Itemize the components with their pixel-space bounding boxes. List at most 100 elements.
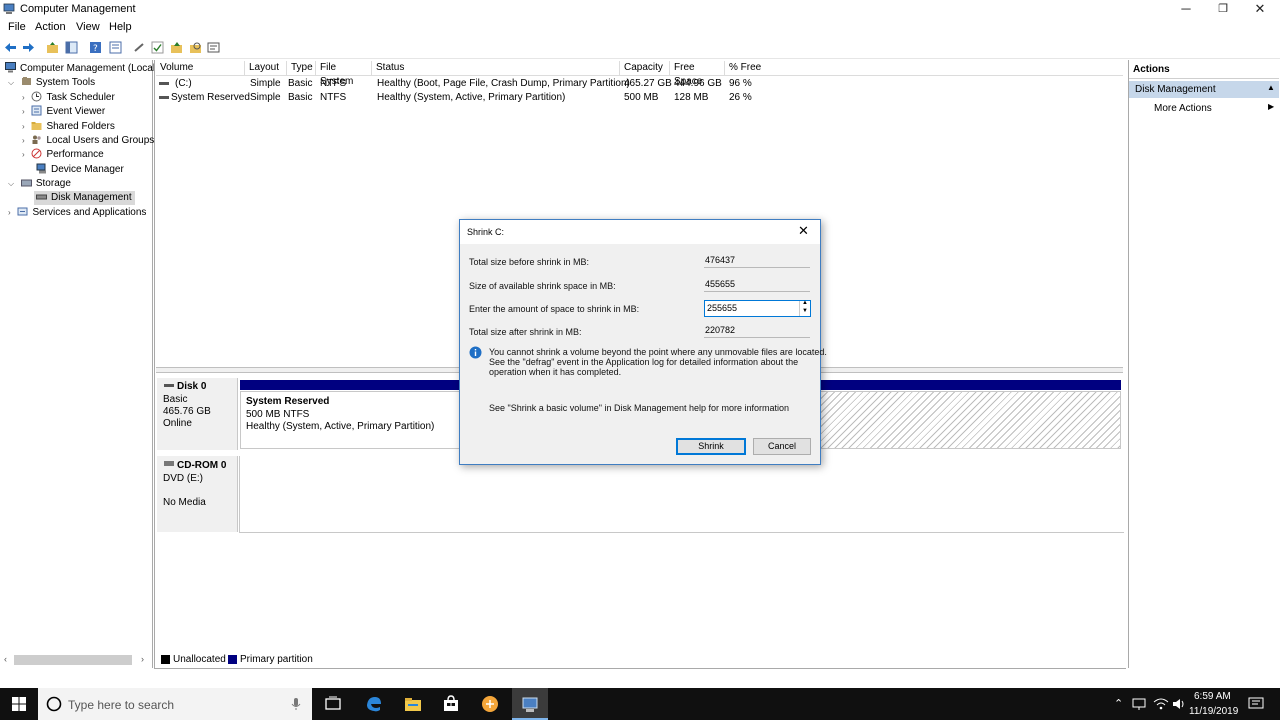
event-viewer-icon	[31, 105, 42, 116]
disk-0-size: 465.76 GB	[163, 406, 211, 417]
column-header-percent-free[interactable]: % Free	[725, 61, 1123, 75]
column-header-volume[interactable]: Volume	[156, 61, 245, 75]
menu-action[interactable]: Action	[35, 21, 66, 33]
folder-search-icon[interactable]	[189, 41, 202, 54]
info-text-line-3: operation when it has completed.	[489, 367, 622, 377]
task-view-icon[interactable]	[324, 695, 342, 713]
chevron-right-icon[interactable]: ›	[22, 107, 25, 116]
file-explorer-icon[interactable]	[404, 695, 422, 713]
tree-label: Task Scheduler	[46, 92, 115, 103]
back-arrow-icon[interactable]	[4, 41, 17, 54]
cancel-button[interactable]: Cancel	[753, 438, 811, 455]
chevron-down-icon[interactable]: ⌵	[8, 179, 14, 188]
table-row[interactable]: System Reserved Simple Basic NTFS Health…	[156, 91, 1123, 105]
tree-item-services-applications[interactable]: › Services and Applications	[8, 206, 146, 220]
services-icon	[17, 207, 28, 216]
scroll-left-arrow-icon[interactable]: ‹	[4, 654, 7, 664]
table-row[interactable]: (C:) Simple Basic NTFS Healthy (Boot, Pa…	[156, 77, 1123, 91]
column-header-capacity[interactable]: Capacity	[620, 61, 670, 75]
tree-item-device-manager[interactable]: Device Manager	[36, 163, 124, 177]
up-folder-icon[interactable]	[46, 41, 59, 54]
dialog-close-icon[interactable]: ✕	[798, 223, 809, 239]
column-header-free-space[interactable]: Free Space	[670, 61, 725, 87]
minimize-button[interactable]: ─	[1168, 0, 1204, 20]
svg-text:?: ?	[93, 44, 98, 54]
show-hidden-icons-chevron-icon[interactable]: ⌃	[1114, 697, 1123, 710]
wifi-icon[interactable]	[1153, 697, 1169, 711]
folder-up-icon[interactable]	[170, 41, 183, 54]
collapse-arrow-icon[interactable]: ▲	[1267, 83, 1275, 92]
tree-item-performance[interactable]: › Performance	[22, 148, 104, 162]
computer-management-taskbar-icon[interactable]	[521, 695, 539, 713]
partition-c-selected[interactable]	[820, 391, 1121, 449]
column-header-file-system[interactable]: File System	[316, 61, 372, 87]
chevron-right-icon[interactable]: ›	[22, 150, 25, 159]
network-icon[interactable]	[1131, 697, 1147, 711]
spin-down-icon[interactable]: ▼	[802, 308, 808, 314]
microphone-icon[interactable]	[291, 697, 301, 711]
forward-arrow-icon[interactable]	[22, 41, 35, 54]
disk-0-info[interactable]: Disk 0 Basic 465.76 GB Online	[157, 378, 238, 450]
spin-up-icon[interactable]: ▲	[802, 300, 808, 306]
disk-0-type: Basic	[163, 394, 188, 405]
info-text-line-2: See the "defrag" event in the Applicatio…	[489, 357, 799, 367]
cell-percent-free: 96 %	[729, 78, 752, 89]
tree-item-local-users[interactable]: › Local Users and Groups	[22, 134, 154, 148]
tree-label: System Tools	[35, 77, 96, 88]
chevron-right-icon[interactable]: ›	[8, 208, 11, 217]
tree-item-computer-management[interactable]: Computer Management (Local	[5, 62, 155, 76]
shrink-amount-spinbox[interactable]: 255655 ▲ ▼	[704, 300, 811, 317]
wizard-icon[interactable]	[207, 41, 220, 54]
check-icon[interactable]	[151, 41, 164, 54]
chevron-down-icon[interactable]: ⌵	[8, 78, 14, 87]
chevron-right-icon[interactable]: ›	[22, 136, 25, 145]
tree-item-storage[interactable]: ⌵ Storage	[8, 177, 71, 191]
properties-icon[interactable]	[109, 41, 122, 54]
column-header-layout[interactable]: Layout	[245, 61, 287, 75]
tree-item-system-tools[interactable]: ⌵ System Tools	[8, 76, 95, 90]
cdrom-status: No Media	[163, 497, 206, 508]
tree-item-task-scheduler[interactable]: › Task Scheduler	[22, 91, 115, 105]
chevron-right-icon[interactable]: ›	[22, 122, 25, 131]
app-orange-icon[interactable]	[481, 695, 499, 713]
cell-layout: Simple	[250, 78, 281, 89]
cdrom-media-area[interactable]	[239, 456, 1124, 533]
tree-item-disk-management[interactable]: Disk Management	[34, 191, 135, 205]
scroll-right-arrow-icon[interactable]: ›	[141, 654, 144, 664]
help-icon[interactable]: ?	[89, 41, 102, 54]
partition-system-reserved[interactable]: System Reserved 500 MB NTFS Healthy (Sys…	[240, 391, 460, 449]
close-button[interactable]: ✕	[1242, 0, 1278, 20]
device-manager-icon	[36, 163, 46, 174]
start-windows-icon[interactable]	[10, 695, 28, 713]
column-header-status[interactable]: Status	[372, 61, 620, 75]
show-hide-console-tree-icon[interactable]	[65, 41, 78, 54]
cdrom-info[interactable]: CD-ROM 0 DVD (E:) No Media	[157, 456, 238, 532]
action-center-notification-icon[interactable]	[1248, 697, 1264, 711]
disk-icon	[164, 384, 174, 387]
clock-time[interactable]: 6:59 AM	[1194, 691, 1231, 702]
store-icon[interactable]	[442, 695, 460, 713]
taskbar-search-box[interactable]: Type here to search	[38, 688, 312, 720]
title-bar: Computer Management ─ ❐ ✕	[0, 0, 1280, 20]
performance-icon	[31, 148, 42, 159]
tree-item-event-viewer[interactable]: › Event Viewer	[22, 105, 105, 119]
tree-item-shared-folders[interactable]: › Shared Folders	[22, 120, 115, 134]
shrink-amount-label: Enter the amount of space to shrink in M…	[469, 304, 640, 314]
clock-date[interactable]: 11/19/2019	[1189, 706, 1238, 717]
shrink-button[interactable]: Shrink	[676, 438, 746, 455]
shrink-amount-input[interactable]: 255655	[707, 303, 737, 313]
column-header-type[interactable]: Type	[287, 61, 316, 75]
edge-browser-icon[interactable]	[365, 695, 383, 713]
volume-speaker-icon[interactable]	[1172, 697, 1186, 711]
restore-button[interactable]: ❐	[1205, 0, 1241, 20]
actions-section-disk-management[interactable]: Disk Management ▲	[1129, 81, 1279, 98]
tree-label: Performance	[46, 149, 104, 160]
menu-view[interactable]: View	[76, 21, 100, 33]
actions-pane	[1128, 60, 1280, 668]
menu-help[interactable]: Help	[109, 21, 132, 33]
connect-icon[interactable]	[133, 41, 146, 54]
scrollbar-thumb[interactable]	[14, 655, 132, 665]
more-actions-item[interactable]: More Actions ▶	[1129, 100, 1279, 116]
menu-file[interactable]: File	[8, 21, 26, 33]
chevron-right-icon[interactable]: ›	[22, 93, 25, 102]
